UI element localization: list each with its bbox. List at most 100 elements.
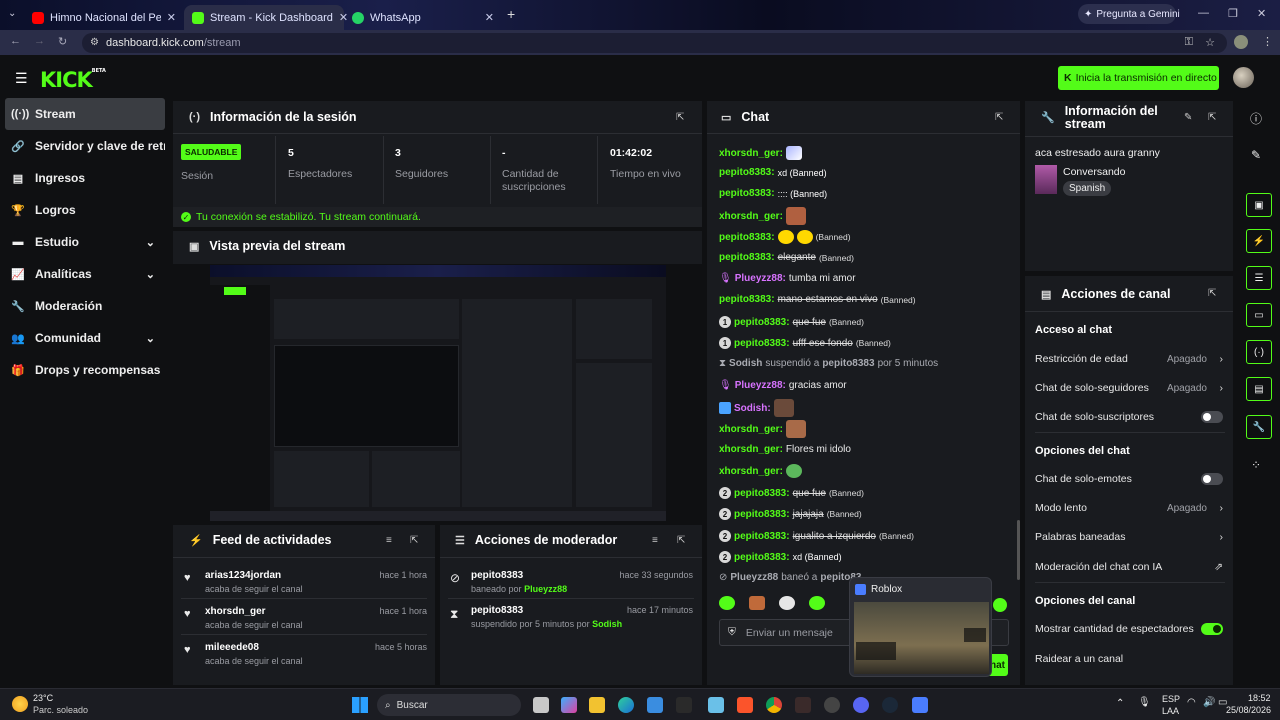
slow-mode-row[interactable]: Modo lento Apagado › <box>1035 501 1225 515</box>
emote-icon[interactable] <box>809 596 825 610</box>
site-info-icon[interactable]: ⚙ <box>90 37 99 48</box>
close-icon[interactable]: ✕ <box>485 11 494 24</box>
mod-action-by[interactable]: Sodish <box>592 619 622 629</box>
lightning-toggle-icon[interactable]: ⚡ <box>1246 229 1272 253</box>
emote-icon[interactable] <box>719 596 735 610</box>
file-explorer-icon[interactable] <box>589 697 605 713</box>
browser-menu-icon[interactable]: ⋮ <box>1262 35 1273 48</box>
edit-pencil-icon[interactable]: ✎ <box>1184 112 1192 123</box>
reload-icon[interactable]: ↻ <box>58 35 67 48</box>
chat-user[interactable]: Sodish <box>729 358 762 369</box>
edge-icon[interactable] <box>618 697 634 713</box>
category-thumbnail[interactable] <box>1035 165 1057 194</box>
lang-indicator-2[interactable]: LAA <box>1162 706 1179 716</box>
chat-user[interactable]: pepito8383: <box>734 531 790 542</box>
popout-icon[interactable]: ⇱ <box>1208 288 1216 299</box>
emote-icon[interactable] <box>779 596 795 610</box>
sidebar-item-comunidad[interactable]: 👥 Comunidad ⌄ <box>5 322 165 354</box>
chat-user[interactable]: pepito8383: <box>734 552 790 563</box>
volume-icon[interactable]: 🔊 <box>1203 697 1215 708</box>
chat-user[interactable]: xhorsdn_ger: <box>719 148 783 159</box>
popout-icon[interactable]: ⇱ <box>676 112 684 123</box>
windows-start-icon[interactable] <box>352 697 368 713</box>
chat-user[interactable]: pepito8383: <box>734 338 790 349</box>
chat-user[interactable]: pepito8383: <box>719 188 775 199</box>
chat-target[interactable]: pepito8383 <box>822 358 874 369</box>
clock-date[interactable]: 25/08/2026 <box>1226 705 1271 715</box>
emote-icon[interactable] <box>749 596 765 610</box>
chat-user[interactable]: xhorsdn_ger: <box>719 424 783 435</box>
popout-icon[interactable]: ⇱ <box>995 112 1003 123</box>
url-field[interactable]: ⚙ dashboard.kick.com/stream ⚿ ☆ <box>82 33 1227 53</box>
sidebar-item-estudio[interactable]: ▬ Estudio ⌄ <box>5 226 165 258</box>
chat-user[interactable]: pepito8383: <box>719 252 775 263</box>
tab-whatsapp[interactable]: WhatsApp ✕ <box>344 5 502 30</box>
sidebar-item-server-key[interactable]: 🔗 Servidor y clave de retransmisión <box>5 130 165 162</box>
followers-only-row[interactable]: Chat de solo-seguidores Apagado › <box>1035 381 1225 395</box>
kick-logo[interactable]: KICKBETA <box>40 68 106 92</box>
minimize-icon[interactable]: — <box>1198 7 1209 19</box>
sidebar-item-analiticas[interactable]: 📈 Analíticas ⌄ <box>5 258 165 290</box>
store-icon[interactable] <box>647 697 663 713</box>
subs-only-toggle[interactable] <box>1201 411 1223 423</box>
chat-user[interactable]: Plueyzz88: <box>735 273 786 284</box>
emote-icon[interactable] <box>993 598 1007 612</box>
sidebar-item-logros[interactable]: 🏆 Logros <box>5 194 165 226</box>
broadcast-toggle-icon[interactable]: (·) <box>1246 340 1272 364</box>
lang-indicator[interactable]: ESP <box>1162 694 1180 704</box>
filter-icon[interactable]: ≡ <box>386 535 392 546</box>
banned-words-row[interactable]: Palabras baneadas › <box>1035 530 1225 544</box>
sidebar-item-ingresos[interactable]: ▤ Ingresos <box>5 162 165 194</box>
discord-icon[interactable] <box>853 697 869 713</box>
gemini-button[interactable]: ✦ Pregunta a Gemini <box>1078 4 1180 24</box>
close-icon[interactable]: ✕ <box>167 11 176 24</box>
chat-user[interactable]: pepito8383: <box>734 488 790 499</box>
preview-toggle-icon[interactable]: ▣ <box>1246 193 1272 217</box>
tray-chevron-icon[interactable]: ⌃ <box>1116 698 1124 709</box>
category-name[interactable]: Conversando <box>1063 166 1125 178</box>
maximize-icon[interactable]: ❐ <box>1228 7 1238 20</box>
chat-user[interactable]: Plueyzz88 <box>730 572 778 583</box>
taskbar-search[interactable]: ⌕ Buscar <box>377 694 521 716</box>
edit-pencil-icon[interactable]: ✎ <box>1240 141 1272 169</box>
chat-user[interactable]: pepito8383: <box>719 294 775 305</box>
app-icon[interactable] <box>676 697 692 713</box>
age-restriction-row[interactable]: Restricción de edad Apagado › <box>1035 352 1225 366</box>
info-icon[interactable]: ⓘ <box>1240 104 1272 132</box>
popout-icon[interactable]: ⇱ <box>1208 112 1216 123</box>
copilot-icon[interactable] <box>561 697 577 713</box>
raid-row[interactable]: Raidear a un canal <box>1035 652 1225 666</box>
emotes-only-toggle[interactable] <box>1201 473 1223 485</box>
roblox-pip-window[interactable]: Roblox <box>849 577 992 677</box>
ai-moderation-row[interactable]: Moderación del chat con IA ⇗ <box>1035 560 1225 574</box>
mic-icon[interactable]: 🎙 <box>1138 697 1151 708</box>
forward-icon[interactable]: → <box>34 35 45 47</box>
profile-avatar[interactable] <box>1234 35 1248 49</box>
hamburger-menu-icon[interactable]: ☰ <box>15 70 28 87</box>
app-icon[interactable] <box>795 697 811 713</box>
chat-user[interactable]: xhorsdn_ger: <box>719 466 783 477</box>
bookmark-star-icon[interactable]: ☆ <box>1205 36 1215 49</box>
show-viewers-toggle[interactable] <box>1201 623 1223 635</box>
chat-user[interactable]: Sodish: <box>734 403 771 414</box>
window-close-icon[interactable]: ✕ <box>1257 7 1266 20</box>
go-live-button[interactable]: K Inicia la transmisión en directo <box>1058 66 1219 90</box>
chat-user[interactable]: pepito8383: <box>734 509 790 520</box>
task-view-icon[interactable] <box>533 697 549 713</box>
wrench-toggle-icon[interactable]: 🔧 <box>1246 415 1272 439</box>
new-tab-button[interactable]: + <box>507 6 515 22</box>
mod-action-by[interactable]: Plueyzz88 <box>524 584 567 594</box>
chat-user[interactable]: xhorsdn_ger: <box>719 211 783 222</box>
clock-time[interactable]: 18:52 <box>1248 693 1271 703</box>
tab-kick-dashboard[interactable]: Stream - Kick Dashboard ✕ <box>184 5 348 30</box>
vpn-icon[interactable] <box>708 697 724 713</box>
back-icon[interactable]: ← <box>10 35 21 47</box>
chat-user[interactable]: Plueyzz88: <box>735 380 786 391</box>
chat-user[interactable]: pepito8383: <box>719 232 775 243</box>
chat-toggle-icon[interactable]: ▭ <box>1246 303 1272 327</box>
popout-icon[interactable]: ⇱ <box>677 535 685 546</box>
chrome-icon[interactable] <box>766 697 782 713</box>
chat-scrollbar[interactable] <box>1017 520 1020 580</box>
steam-icon[interactable] <box>882 697 898 713</box>
tab-search-icon[interactable]: ⌄ <box>8 8 16 19</box>
